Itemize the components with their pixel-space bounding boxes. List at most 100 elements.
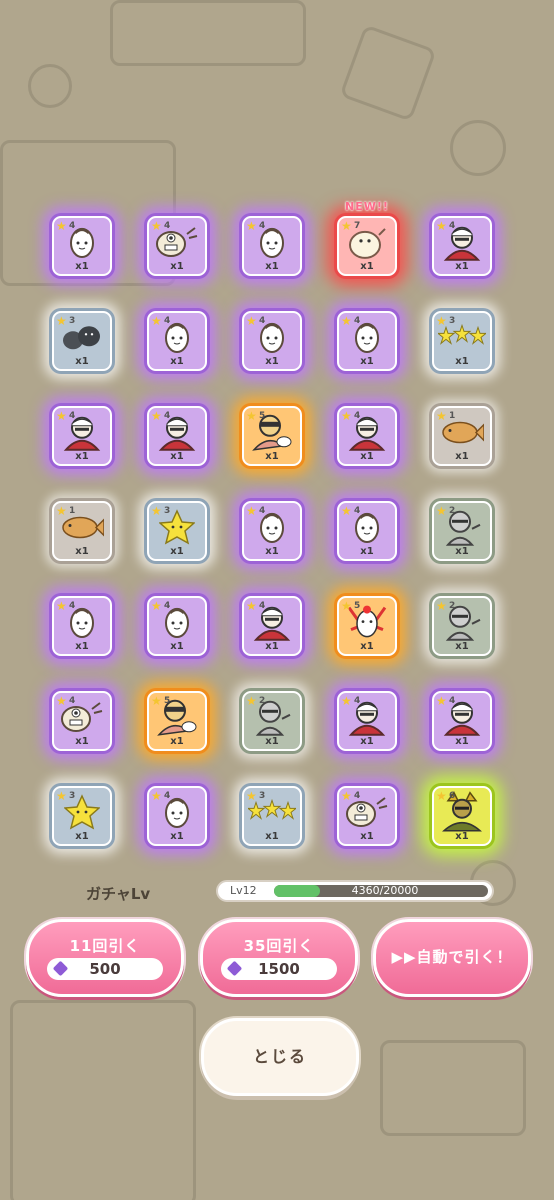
- tile-quantity: x1: [455, 261, 469, 272]
- close-button[interactable]: とじる: [201, 1018, 359, 1096]
- result-tile[interactable]: ★ 4 x1: [429, 213, 495, 279]
- result-tile[interactable]: ★ 6 x1: [429, 783, 495, 849]
- tile-quantity: x1: [75, 736, 89, 747]
- tile-frame: ★ 4 x1: [52, 406, 112, 466]
- rarity-value: 4: [69, 221, 76, 231]
- result-tile[interactable]: ★ 7 x1 NEW!!: [334, 200, 400, 279]
- result-tile[interactable]: ★ 1 x1: [429, 403, 495, 469]
- result-tile[interactable]: ★ 4 x1: [239, 213, 305, 279]
- result-tile[interactable]: ★ 4 x1: [144, 593, 210, 659]
- rarity-badge: ★ 4: [246, 219, 270, 235]
- pull-35-label: 35回引く: [243, 937, 315, 955]
- result-tile[interactable]: ★ 4 x1: [144, 308, 210, 374]
- result-tile[interactable]: ★ 1 x1: [49, 498, 115, 564]
- star-icon: ★: [56, 789, 67, 803]
- tile-frame: ★ 4 x1: [147, 596, 207, 656]
- result-tile[interactable]: ★ 4 x1: [429, 688, 495, 754]
- tile-frame: ★ 4 x1: [337, 501, 397, 561]
- result-tile[interactable]: ★ 2 x1: [239, 688, 305, 754]
- rarity-badge: ★ 1: [56, 504, 80, 520]
- tile-quantity: x1: [75, 451, 89, 462]
- rarity-badge: ★ 4: [246, 504, 270, 520]
- tile-quantity: x1: [265, 641, 279, 652]
- star-icon: ★: [246, 504, 257, 518]
- result-tile[interactable]: ★ 4 x1: [334, 498, 400, 564]
- tile-quantity: x1: [360, 261, 374, 272]
- tile-frame: ★ 4 x1: [242, 596, 302, 656]
- rarity-badge: ★ 5: [246, 409, 270, 425]
- result-tile[interactable]: ★ 3 x1: [49, 783, 115, 849]
- tile-frame: ★ 1 x1: [432, 406, 492, 466]
- rarity-badge: ★ 3: [56, 789, 80, 805]
- star-icon: ★: [341, 599, 352, 613]
- gem-icon: [226, 960, 243, 977]
- result-tile[interactable]: ★ 4 x1: [49, 403, 115, 469]
- tile-frame: ★ 2 x1: [432, 501, 492, 561]
- star-icon: ★: [341, 409, 352, 423]
- rarity-badge: ★ 4: [341, 409, 365, 425]
- tile-frame: ★ 4 x1: [432, 691, 492, 751]
- tile-quantity: x1: [265, 736, 279, 747]
- rarity-value: 4: [164, 221, 171, 231]
- result-tile[interactable]: ★ 4 x1: [49, 593, 115, 659]
- rarity-badge: ★ 4: [246, 314, 270, 330]
- pull-11-button[interactable]: 11回引く 500: [26, 919, 184, 997]
- tile-quantity: x1: [455, 546, 469, 557]
- rarity-value: 1: [449, 411, 456, 421]
- rarity-value: 2: [259, 696, 266, 706]
- pull-11-label: 11回引く: [69, 937, 141, 955]
- tile-frame: ★ 5 x1: [242, 406, 302, 466]
- result-tile[interactable]: ★ 3 x1: [239, 783, 305, 849]
- result-tile[interactable]: ★ 5 x1: [144, 688, 210, 754]
- tile-frame: ★ 4 x1: [52, 596, 112, 656]
- result-tile[interactable]: ★ 4 x1: [49, 688, 115, 754]
- result-tile[interactable]: ★ 4 x1: [334, 688, 400, 754]
- tile-quantity: x1: [455, 736, 469, 747]
- rarity-value: 4: [259, 506, 266, 516]
- star-icon: ★: [151, 599, 162, 613]
- result-tile[interactable]: ★ 4 x1: [334, 783, 400, 849]
- rarity-value: 4: [449, 221, 456, 231]
- star-icon: ★: [246, 694, 257, 708]
- tile-quantity: x1: [75, 831, 89, 842]
- star-icon: ★: [56, 599, 67, 613]
- result-tile[interactable]: ★ 4 x1: [144, 783, 210, 849]
- result-tile[interactable]: ★ 4 x1: [144, 403, 210, 469]
- tile-quantity: x1: [360, 641, 374, 652]
- auto-pull-button[interactable]: ▶▶自動で引く！: [373, 919, 531, 997]
- tile-frame: ★ 3 x1: [52, 311, 112, 371]
- rarity-badge: ★ 3: [246, 789, 270, 805]
- rarity-badge: ★ 4: [151, 314, 175, 330]
- result-tile[interactable]: ★ 4 x1: [334, 403, 400, 469]
- result-tile[interactable]: ★ 5 x1: [239, 403, 305, 469]
- result-tile[interactable]: ★ 3 x1: [49, 308, 115, 374]
- rarity-badge: ★ 1: [436, 409, 460, 425]
- result-tile[interactable]: ★ 4 x1: [49, 213, 115, 279]
- result-tile[interactable]: ★ 5 x1: [334, 593, 400, 659]
- rarity-badge: ★ 2: [246, 694, 270, 710]
- rarity-value: 4: [354, 696, 361, 706]
- star-icon: ★: [436, 219, 447, 233]
- rarity-badge: ★ 4: [341, 504, 365, 520]
- result-tile[interactable]: ★ 4 x1: [144, 213, 210, 279]
- rarity-value: 4: [164, 411, 171, 421]
- tile-frame: ★ 1 x1: [52, 501, 112, 561]
- result-tile[interactable]: ★ 3 x1: [144, 498, 210, 564]
- star-icon: ★: [341, 504, 352, 518]
- result-tile[interactable]: ★ 4 x1: [239, 498, 305, 564]
- result-tile[interactable]: ★ 4 x1: [239, 308, 305, 374]
- rarity-value: 4: [354, 316, 361, 326]
- result-tile[interactable]: ★ 2 x1: [429, 498, 495, 564]
- rarity-badge: ★ 3: [56, 314, 80, 330]
- pull-11-cost-value: 500: [89, 960, 121, 978]
- result-tile[interactable]: ★ 4 x1: [239, 593, 305, 659]
- tile-frame: ★ 2 x1: [242, 691, 302, 751]
- rarity-value: 4: [354, 791, 361, 801]
- pull-35-button[interactable]: 35回引く 1500: [200, 919, 358, 997]
- result-tile[interactable]: ★ 4 x1: [334, 308, 400, 374]
- tile-quantity: x1: [265, 356, 279, 367]
- result-tile[interactable]: ★ 3 x1: [429, 308, 495, 374]
- rarity-badge: ★ 5: [341, 599, 365, 615]
- result-tile[interactable]: ★ 2 x1: [429, 593, 495, 659]
- star-icon: ★: [151, 219, 162, 233]
